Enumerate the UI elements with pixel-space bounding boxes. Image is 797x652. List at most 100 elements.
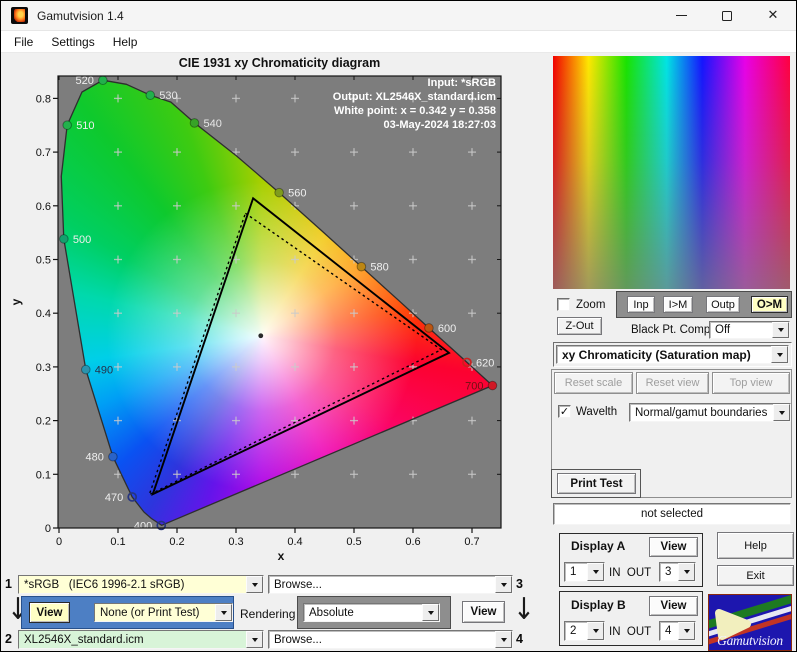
flow-down-arrow-right-icon: ↓: [513, 592, 535, 628]
check-icon: ✓: [559, 405, 570, 418]
boundaries-select[interactable]: Normal/gamut boundaries: [629, 403, 791, 422]
close-button[interactable]: ✕: [750, 1, 796, 30]
slot2-number: 2: [5, 632, 12, 646]
output-profile-select[interactable]: XL2546X_standard.icm: [18, 630, 264, 649]
slot4-number: 4: [516, 632, 523, 646]
svg-text:0.2: 0.2: [36, 416, 51, 428]
slot1-number: 1: [5, 577, 12, 591]
z-out-button[interactable]: Z-Out: [557, 317, 602, 335]
dropdown-arrow-icon[interactable]: [246, 631, 263, 648]
svg-text:0: 0: [56, 536, 62, 548]
maximize-icon: [722, 10, 732, 21]
chart-title: CIE 1931 xy Chromaticity diagram: [178, 56, 381, 70]
display-b-view-button[interactable]: View: [649, 596, 698, 616]
view-output-button[interactable]: View: [462, 601, 505, 623]
outp-button[interactable]: Outp: [706, 296, 740, 313]
browse-output-select[interactable]: Browse...: [268, 630, 513, 649]
view-input-button[interactable]: View: [29, 602, 70, 623]
window-controls: ✕: [658, 1, 796, 30]
black-pt-comp-select[interactable]: Off: [709, 321, 790, 339]
test-pattern-select[interactable]: None (or Print Test): [94, 603, 233, 622]
help-button[interactable]: Help: [717, 532, 794, 559]
i-to-m-button[interactable]: I>M: [663, 296, 693, 313]
svg-text:0.3: 0.3: [36, 362, 51, 374]
svg-text:0.6: 0.6: [36, 201, 51, 213]
svg-text:0.5: 0.5: [346, 536, 361, 548]
title-bar[interactable]: Gamutvision 1.4 ✕: [1, 1, 796, 31]
reset-view-button[interactable]: Reset view: [636, 372, 709, 394]
reset-scale-button[interactable]: Reset scale: [554, 372, 633, 394]
dropdown-arrow-icon[interactable]: [678, 622, 695, 640]
window-title: Gamutvision 1.4: [37, 8, 124, 23]
dropdown-arrow-icon[interactable]: [678, 563, 695, 581]
dropdown-arrow-icon[interactable]: [215, 604, 232, 621]
exit-button[interactable]: Exit: [717, 565, 794, 586]
svg-text:0.5: 0.5: [36, 255, 51, 267]
black-pt-comp-label: Black Pt. Comp.: [631, 324, 714, 336]
o-to-m-button[interactable]: O>M: [751, 296, 788, 313]
svg-text:0.6: 0.6: [405, 536, 420, 548]
dropdown-arrow-icon[interactable]: [587, 622, 604, 640]
menu-bar: File Settings Help: [1, 31, 796, 53]
svg-text:0.4: 0.4: [287, 536, 302, 548]
svg-text:0.8: 0.8: [36, 93, 51, 105]
display-a-in-select[interactable]: 1: [564, 562, 605, 582]
svg-text:0: 0: [45, 523, 51, 535]
display-a-out-select[interactable]: 3: [659, 562, 696, 582]
display-b-group: Display B View 2 IN OUT 4: [559, 591, 703, 646]
view-mode-select[interactable]: xy Chromaticity (Saturation map): [556, 345, 789, 364]
display-a-inout-label: IN OUT: [609, 567, 652, 579]
inp-button[interactable]: Inp: [627, 296, 655, 313]
dropdown-arrow-icon[interactable]: [771, 346, 788, 363]
app-icon: [11, 7, 28, 24]
rendering-label: Rendering: [240, 607, 296, 621]
menu-help[interactable]: Help: [104, 33, 147, 51]
wavelth-label: Wavelth: [576, 406, 618, 418]
svg-text:0.4: 0.4: [36, 308, 51, 320]
svg-text:y: y: [9, 298, 23, 305]
menu-file[interactable]: File: [5, 33, 42, 51]
plot-area[interactable]: [58, 76, 501, 528]
svg-text:0.3: 0.3: [228, 536, 243, 548]
dropdown-arrow-icon[interactable]: [587, 563, 604, 581]
logo-text: Gamutvision: [717, 633, 783, 648]
display-b-out-select[interactable]: 4: [659, 621, 696, 641]
svg-text:0.7: 0.7: [36, 147, 51, 159]
saturation-map-preview[interactable]: [553, 56, 790, 289]
browse-input-select[interactable]: Browse...: [268, 575, 513, 594]
menu-settings[interactable]: Settings: [42, 33, 103, 51]
display-a-view-button[interactable]: View: [649, 537, 698, 557]
svg-text:x: x: [278, 549, 285, 563]
input-profile-select[interactable]: *sRGB (IEC6 1996-2.1 sRGB): [18, 575, 264, 594]
display-b-in-select[interactable]: 2: [564, 621, 605, 641]
dropdown-arrow-icon[interactable]: [246, 576, 263, 593]
chromaticity-horseshoe: [61, 80, 493, 526]
display-a-group: Display A View 1 IN OUT 3: [559, 533, 703, 587]
minimize-icon: [675, 14, 687, 17]
gamutvision-logo: Gamutvision: [708, 594, 792, 651]
wavelth-checkbox[interactable]: ✓: [558, 405, 571, 418]
minimize-button[interactable]: [658, 1, 704, 30]
slot3-number: 3: [516, 577, 523, 591]
svg-text:0.7: 0.7: [464, 536, 479, 548]
view-select-frame: xy Chromaticity (Saturation map): [553, 342, 792, 367]
zoom-checkbox[interactable]: [557, 298, 570, 311]
dropdown-arrow-icon[interactable]: [422, 604, 439, 621]
svg-text:0.1: 0.1: [36, 469, 51, 481]
top-view-button[interactable]: Top view: [712, 372, 790, 394]
display-b-inout-label: IN OUT: [609, 626, 652, 638]
display-b-title: Display B: [571, 598, 626, 612]
status-field: not selected: [553, 503, 791, 525]
svg-text:0.1: 0.1: [110, 536, 125, 548]
rendering-intent-select[interactable]: Absolute: [303, 603, 440, 622]
maximize-button[interactable]: [704, 1, 750, 30]
print-test-button[interactable]: Print Test: [557, 473, 636, 494]
svg-text:0.2: 0.2: [169, 536, 184, 548]
display-a-title: Display A: [571, 539, 626, 553]
dropdown-arrow-icon[interactable]: [772, 322, 789, 338]
app-window: Gamutvision 1.4 ✕ File Settings Help CIE…: [0, 0, 797, 652]
dropdown-arrow-icon[interactable]: [773, 404, 790, 421]
dropdown-arrow-icon[interactable]: [495, 631, 512, 648]
dropdown-arrow-icon[interactable]: [495, 576, 512, 593]
zoom-label: Zoom: [576, 299, 606, 311]
